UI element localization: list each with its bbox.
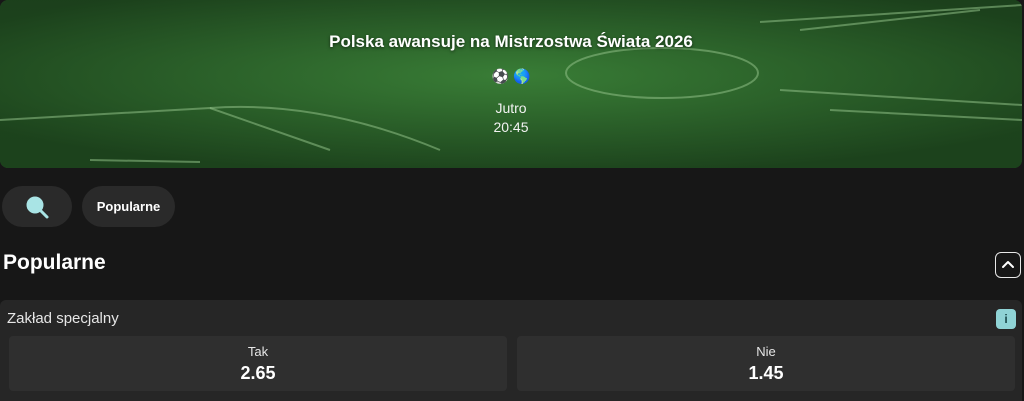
- soccer-ball-icon: ⚽: [491, 68, 510, 84]
- search-icon: [26, 196, 49, 218]
- outcome-odds: 1.45: [748, 363, 784, 383]
- event-banner: Polska awansuje na Mistrzostwa Świata 20…: [0, 0, 1022, 168]
- outcome-odds: 2.65: [240, 363, 276, 383]
- collapse-button[interactable]: [995, 252, 1021, 278]
- outcome-label: Tak: [247, 344, 269, 359]
- event-icons: ⚽ 🌎: [0, 68, 1022, 85]
- odds-button-tak[interactable]: Tak 2.65: [9, 336, 507, 391]
- info-icon[interactable]: i: [996, 309, 1016, 329]
- section-title: Popularne: [3, 251, 106, 274]
- search-button[interactable]: [2, 186, 72, 227]
- chevron-up-icon: [1002, 261, 1014, 268]
- market-title: Zakład specjalny: [7, 310, 119, 327]
- outcome-label: Nie: [756, 344, 776, 359]
- event-title: Polska awansuje na Mistrzostwa Świata 20…: [329, 32, 693, 51]
- odds-button-nie[interactable]: Nie 1.45: [517, 336, 1015, 391]
- market-card: Zakład specjalny i Tak 2.65 Nie 1.45: [0, 300, 1022, 401]
- event-time: 20:45: [493, 119, 529, 135]
- filter-popularne[interactable]: Popularne: [82, 186, 175, 227]
- globe-icon: 🌎: [512, 68, 531, 84]
- event-day: Jutro: [495, 100, 527, 116]
